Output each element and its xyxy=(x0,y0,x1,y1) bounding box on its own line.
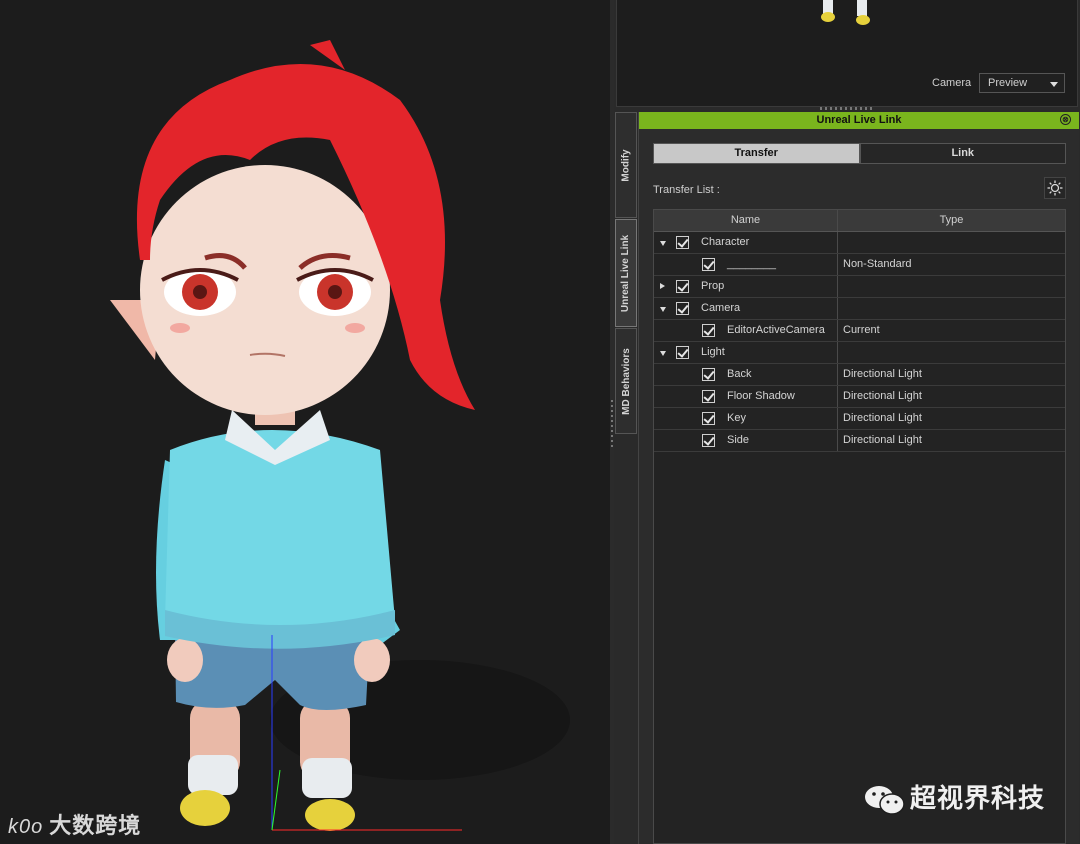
tab-link[interactable]: Link xyxy=(859,143,1066,164)
row-checkbox[interactable] xyxy=(676,236,689,249)
table-body: Character ________ Non-Standard Prop Camera E… xyxy=(654,232,1065,452)
3d-viewport[interactable]: k0o 大数跨境 xyxy=(0,0,610,844)
row-name: Prop xyxy=(701,280,725,292)
tab-unreal-live-link-label: Unreal Live Link xyxy=(620,234,632,312)
table-row[interactable]: Prop xyxy=(654,276,1065,298)
row-checkbox[interactable] xyxy=(702,258,715,271)
cell-type: Directional Light xyxy=(843,390,922,402)
row-checkbox[interactable] xyxy=(676,302,689,315)
table-row[interactable]: Key Directional Light xyxy=(654,408,1065,430)
table-row[interactable]: ________ Non-Standard xyxy=(654,254,1065,276)
table-row[interactable]: EditorActiveCamera Current xyxy=(654,320,1065,342)
row-checkbox[interactable] xyxy=(702,390,715,403)
panel-tabs: Transfer Link xyxy=(653,143,1066,164)
watermark-right: 超视界科技 xyxy=(864,778,1045,817)
close-icon[interactable]: ⊗ xyxy=(1060,114,1071,125)
table-header: Name Type xyxy=(654,210,1065,232)
cell-type xyxy=(838,232,1065,253)
unreal-live-link-panel: Unreal Live Link ⊗ Transfer Link Transfe… xyxy=(638,112,1079,844)
wechat-icon xyxy=(865,786,905,815)
preview-character-feet xyxy=(821,0,870,25)
column-header-type[interactable]: Type xyxy=(838,210,1065,231)
watermark-left: k0o 大数跨境 xyxy=(8,808,141,840)
transfer-list-label: Transfer List : xyxy=(653,184,720,196)
row-checkbox[interactable] xyxy=(676,280,689,293)
character-render xyxy=(110,40,570,831)
panel-title: Unreal Live Link xyxy=(816,114,902,126)
camera-preview: Camera Preview xyxy=(616,0,1078,107)
row-name: Camera xyxy=(701,302,741,314)
table-row[interactable]: Character xyxy=(654,232,1065,254)
tab-unreal-live-link[interactable]: Unreal Live Link xyxy=(615,219,637,327)
cell-type: Directional Light xyxy=(843,412,922,424)
table-row[interactable]: Side Directional Light xyxy=(654,430,1065,452)
camera-select[interactable]: Preview xyxy=(979,73,1065,93)
watermark-left-text: 大数跨境 xyxy=(49,813,142,838)
row-name: Back xyxy=(727,368,752,380)
watermark-logo: k0o xyxy=(8,816,44,838)
tab-md-behaviors[interactable]: MD Behaviors xyxy=(615,328,637,434)
column-header-name[interactable]: Name xyxy=(654,210,838,231)
cell-name: Character xyxy=(654,232,838,253)
row-name: Key xyxy=(727,412,746,424)
table-row[interactable]: Light xyxy=(654,342,1065,364)
expand-open-icon[interactable] xyxy=(660,307,666,312)
expand-open-icon[interactable] xyxy=(660,351,666,356)
transfer-list-table: Name Type Character ________ Non-Standard P… xyxy=(653,209,1066,844)
cell-name: Side xyxy=(654,430,838,451)
row-name: ________ xyxy=(727,258,776,270)
side-tab-strip: Modify Unreal Live Link MD Behaviors xyxy=(614,112,638,844)
cell-type xyxy=(838,276,1065,297)
expand-open-icon[interactable] xyxy=(660,241,666,246)
splitter-grip[interactable] xyxy=(611,400,613,450)
cell-type: Non-Standard xyxy=(843,258,912,270)
chevron-down-icon xyxy=(1050,82,1058,87)
tab-md-behaviors-label: MD Behaviors xyxy=(620,347,632,415)
right-dock: Camera Preview Modify Unreal Live Link M… xyxy=(614,0,1080,844)
cell-name: Light xyxy=(654,342,838,363)
row-name: Light xyxy=(701,346,725,358)
cell-name: Camera xyxy=(654,298,838,319)
cell-type xyxy=(838,298,1065,319)
cell-name: Floor Shadow xyxy=(654,386,838,407)
resize-grip[interactable] xyxy=(820,107,872,110)
row-checkbox[interactable] xyxy=(676,346,689,359)
settings-button[interactable] xyxy=(1044,177,1066,199)
row-name: Side xyxy=(727,434,750,446)
row-checkbox[interactable] xyxy=(702,412,715,425)
panel-title-bar: Unreal Live Link ⊗ xyxy=(639,112,1079,129)
table-row[interactable]: Camera xyxy=(654,298,1065,320)
expand-closed-icon[interactable] xyxy=(660,283,665,289)
cell-type: Current xyxy=(843,324,880,336)
cell-type: Directional Light xyxy=(843,434,922,446)
cell-name: ________ xyxy=(654,254,838,275)
row-name: Character xyxy=(701,236,750,248)
row-checkbox[interactable] xyxy=(702,368,715,381)
cell-type: Directional Light xyxy=(843,368,922,380)
tab-transfer[interactable]: Transfer xyxy=(653,143,860,164)
row-name: Floor Shadow xyxy=(727,390,795,402)
gear-icon xyxy=(1047,180,1063,196)
row-checkbox[interactable] xyxy=(702,324,715,337)
row-checkbox[interactable] xyxy=(702,434,715,447)
table-row[interactable]: Floor Shadow Directional Light xyxy=(654,386,1065,408)
row-name: EditorActiveCamera xyxy=(727,324,825,336)
cell-type xyxy=(838,342,1065,363)
tab-modify[interactable]: Modify xyxy=(615,112,637,218)
camera-select-value: Preview xyxy=(988,77,1028,89)
camera-label: Camera xyxy=(932,77,972,89)
cell-name: Key xyxy=(654,408,838,429)
cell-name: EditorActiveCamera xyxy=(654,320,838,341)
table-row[interactable]: Back Directional Light xyxy=(654,364,1065,386)
tab-modify-label: Modify xyxy=(620,148,632,182)
cell-name: Back xyxy=(654,364,838,385)
cell-name: Prop xyxy=(654,276,838,297)
watermark-right-text: 超视界科技 xyxy=(910,783,1046,813)
